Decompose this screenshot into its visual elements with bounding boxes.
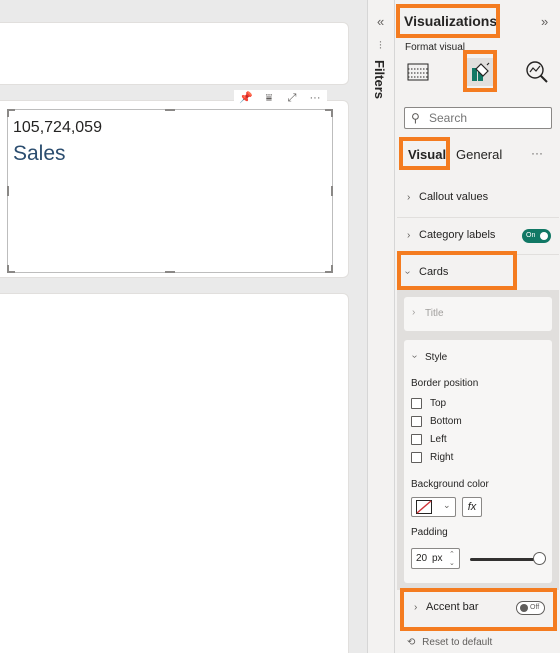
checkbox-label: Right: [430, 451, 454, 463]
background-color-picker[interactable]: ⌄: [411, 497, 456, 517]
checkbox[interactable]: [411, 433, 422, 445]
resize-handle[interactable]: [331, 109, 333, 117]
toggle-knob: [540, 232, 548, 240]
analytics-icon[interactable]: [524, 59, 550, 85]
chevron-right-icon: ›: [412, 307, 416, 318]
category-labels-toggle[interactable]: On: [522, 229, 551, 243]
title-subcard[interactable]: › Title: [404, 297, 552, 331]
filters-label[interactable]: Filters: [372, 60, 387, 99]
resize-handle[interactable]: [165, 271, 175, 273]
checkbox-label: Left: [430, 433, 447, 445]
title-subcard-label: Title: [425, 308, 444, 319]
background-color-label: Background color: [411, 479, 489, 490]
highlight-cards: [397, 251, 517, 290]
chevron-down-icon: ⌄: [443, 500, 451, 510]
more-options-icon[interactable]: ···: [307, 90, 323, 106]
border-position-label: Border position: [411, 378, 479, 389]
padding-stepper[interactable]: 20 px ⌃ ⌄: [411, 548, 460, 569]
highlight-accent-bar: [400, 588, 557, 631]
no-color-icon: [416, 500, 432, 514]
visual-container-top[interactable]: [0, 22, 349, 85]
visual-container-bottom[interactable]: [0, 293, 349, 653]
resize-handle[interactable]: [7, 265, 9, 273]
pin-icon[interactable]: 📌: [238, 90, 254, 106]
resize-handle[interactable]: [165, 109, 175, 111]
highlight-visual-tab: [399, 137, 450, 170]
border-right-checkbox[interactable]: Right: [411, 450, 453, 464]
chevron-right-icon: ›: [407, 230, 411, 241]
checkbox[interactable]: [411, 397, 422, 409]
padding-slider-thumb[interactable]: [533, 552, 546, 565]
card-callout-value: 105,724,059: [13, 119, 102, 136]
expand-pane-icon[interactable]: »: [541, 14, 548, 29]
checkbox-label: Bottom: [430, 415, 462, 427]
spin-arrows-icon[interactable]: ⌃ ⌄: [449, 550, 455, 568]
reset-icon: ⟲: [407, 637, 416, 648]
padding-unit: px: [432, 553, 443, 564]
highlight-title: [396, 4, 500, 38]
search-input[interactable]: [429, 110, 547, 126]
highlight-format-icon: [463, 50, 497, 92]
border-top-checkbox[interactable]: Top: [411, 396, 446, 410]
resize-handle[interactable]: [7, 186, 9, 196]
search-field[interactable]: ⚲: [404, 107, 552, 129]
resize-handle[interactable]: [331, 265, 333, 273]
checkbox-label: Top: [430, 397, 447, 409]
toggle-state: On: [526, 232, 536, 239]
format-visual-label: Format visual: [405, 42, 466, 53]
filters-pane-collapsed[interactable]: « ⫶ Filters: [369, 0, 395, 653]
conditional-formatting-button[interactable]: fx: [462, 497, 482, 517]
tab-general[interactable]: General: [456, 147, 502, 162]
card-category-label: Sales: [13, 142, 66, 165]
padding-value: 20: [416, 553, 428, 564]
checkbox[interactable]: [411, 451, 422, 463]
section-label: Category labels: [419, 229, 496, 241]
chevron-right-icon: ›: [407, 192, 411, 203]
section-callout-values[interactable]: › Callout values: [397, 180, 559, 216]
more-options-icon[interactable]: ···: [531, 146, 543, 160]
padding-label: Padding: [411, 527, 448, 538]
chevron-down-icon[interactable]: ›: [409, 355, 420, 358]
filter-funnel-icon: ⫶: [379, 40, 382, 52]
build-visual-icon[interactable]: [405, 59, 431, 85]
focus-mode-icon[interactable]: ⤢: [284, 90, 300, 106]
border-left-checkbox[interactable]: Left: [411, 432, 447, 446]
filter-icon[interactable]: ⩸: [261, 90, 277, 106]
resize-handle[interactable]: [7, 109, 9, 117]
style-label[interactable]: Style: [425, 352, 447, 363]
checkbox[interactable]: [411, 415, 422, 427]
reset-label: Reset to default: [422, 637, 493, 648]
border-bottom-checkbox[interactable]: Bottom: [411, 414, 462, 428]
resize-handle[interactable]: [331, 186, 333, 196]
visual-header-toolbar: 📌 ⩸ ⤢ ···: [234, 90, 327, 106]
section-label: Callout values: [419, 191, 489, 203]
collapse-filters-icon[interactable]: «: [377, 14, 384, 29]
section-category-labels[interactable]: › Category labels On: [397, 217, 559, 253]
search-icon: ⚲: [411, 111, 420, 125]
padding-slider-track[interactable]: [470, 558, 540, 561]
reset-to-default-button[interactable]: ⟲ Reset to default: [407, 637, 492, 648]
